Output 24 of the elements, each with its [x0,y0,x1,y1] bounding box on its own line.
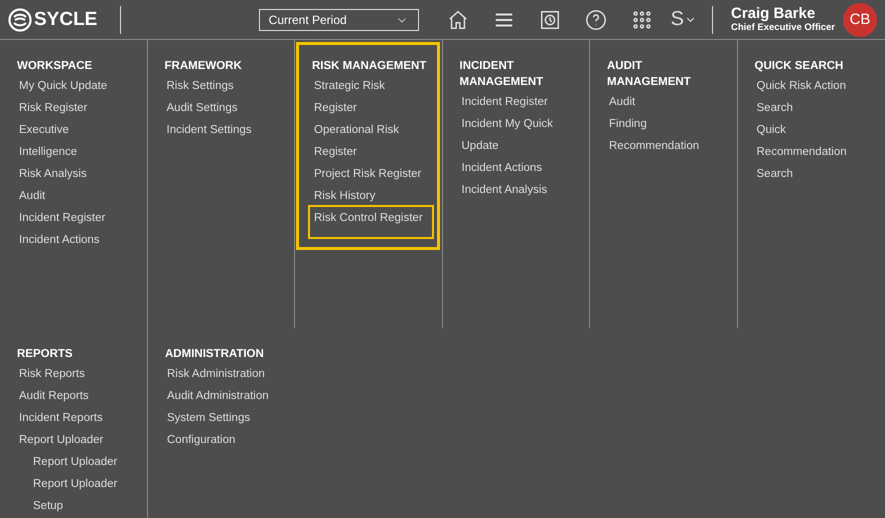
menu-link[interactable]: Risk Control Register [308,205,434,239]
dashboard-button[interactable] [538,8,561,30]
section-title: ADMINISTRATION [165,347,265,362]
home-icon [446,8,469,30]
user-avatar[interactable]: CB [843,2,877,36]
logo-text: SYCLE [34,8,98,30]
home-button[interactable] [446,8,469,30]
section-title: INCIDENT MANAGEMENT [460,59,544,90]
section-title: REPORTS [17,347,74,362]
user-role: Chief Executive Officer [731,22,836,33]
user-name: Craig Barke [731,6,816,22]
help-icon [584,8,607,30]
period-select[interactable]: Current Period [258,8,419,30]
section-title: WORKSPACE [17,59,94,74]
swirl-logo-icon [8,8,32,32]
dots-grid-icon [630,8,653,30]
apps-button[interactable] [630,8,653,30]
section-title: RISK MANAGEMENT [312,59,428,74]
section-title: AUDIT MANAGEMENT [607,59,692,90]
help-button[interactable] [584,8,607,30]
clock-square-icon [538,8,561,30]
section-title: FRAMEWORK [164,59,243,74]
section-title: QUICK SEARCH [754,59,844,74]
profile-menu-button[interactable]: S [670,8,696,31]
